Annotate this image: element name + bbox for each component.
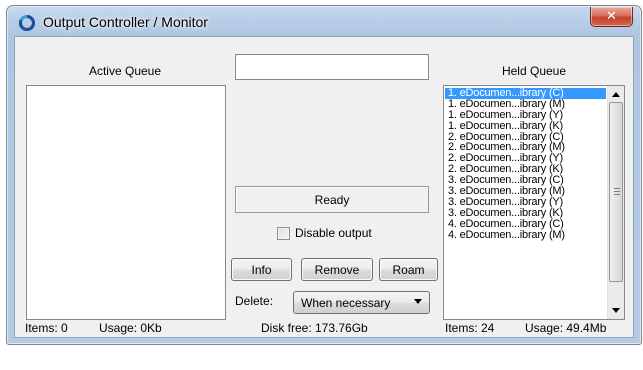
held-queue-items: 1. eDocumen...ibrary (C) 1. eDocumen...ib… (445, 88, 606, 240)
scrollbar-thumb[interactable] (609, 102, 623, 282)
remove-button[interactable]: Remove (301, 258, 373, 281)
scroll-up-icon[interactable] (608, 87, 624, 102)
delete-label: Delete: (235, 294, 274, 308)
active-usage: Usage: 0Kb (99, 321, 162, 335)
output-controller-window: Output Controller / Monitor ✕ Active Que… (6, 5, 642, 345)
client-area: Active Queue Ready Disable output Info R… (14, 36, 634, 338)
window-title: Output Controller / Monitor (43, 14, 208, 30)
grip-icon (614, 191, 620, 192)
disable-output-checkbox[interactable] (277, 226, 290, 240)
disable-output-label: Disable output (295, 226, 372, 240)
disk-free: Disk free: 173.76Gb (261, 321, 368, 335)
disable-output-row: Disable output (277, 226, 372, 240)
held-queue-item[interactable]: 4. eDocumen...ibrary (C) (445, 218, 606, 230)
held-queue-list[interactable]: 1. eDocumen...ibrary (C) 1. eDocumen...ib… (443, 85, 625, 320)
delete-policy-value: When necessary (301, 295, 391, 310)
held-queue-scrollbar[interactable] (607, 86, 624, 319)
roam-button[interactable]: Roam (379, 258, 438, 281)
active-queue-list[interactable] (26, 85, 226, 320)
held-queue-label: Held Queue (501, 64, 567, 78)
held-usage: Usage: 49.4Mb (525, 321, 607, 335)
status-text: Ready (314, 192, 350, 207)
status-box: Ready (235, 186, 429, 213)
output-controller-icon (18, 14, 36, 32)
scroll-down-icon[interactable] (608, 303, 624, 318)
held-items-count: Items: 24 (445, 321, 495, 335)
grip-icon (614, 188, 620, 189)
held-queue-item[interactable]: 4. eDocumen...ibrary (M) (445, 229, 606, 241)
job-name-field[interactable] (235, 54, 429, 80)
active-queue-label: Active Queue (88, 64, 162, 78)
grip-icon (614, 194, 620, 195)
title-bar[interactable]: Output Controller / Monitor ✕ (7, 6, 641, 38)
close-button[interactable]: ✕ (590, 7, 633, 27)
close-icon: ✕ (606, 9, 617, 24)
active-items-count: Items: 0 (25, 321, 68, 335)
delete-policy-dropdown[interactable]: When necessary (293, 291, 430, 314)
chevron-down-icon (414, 299, 422, 304)
info-button[interactable]: Info (231, 258, 292, 281)
held-queue-item[interactable]: 1. eDocumen...ibrary (K) (445, 120, 606, 132)
